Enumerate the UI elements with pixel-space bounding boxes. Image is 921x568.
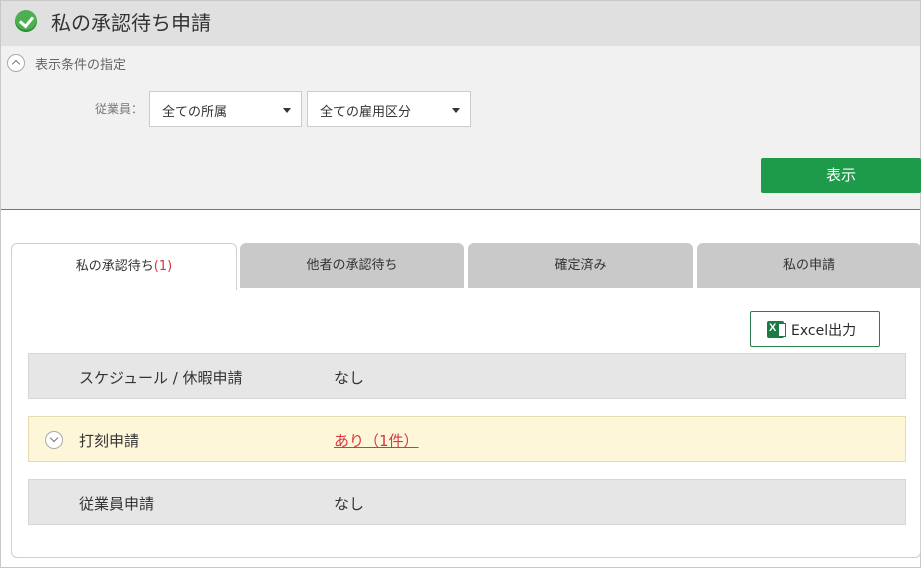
department-select[interactable]: 全ての所属 <box>149 91 302 127</box>
tab-label: 確定済み <box>554 258 607 273</box>
excel-icon <box>767 321 786 338</box>
filter-section-label[interactable]: 表示条件の指定 <box>35 54 126 73</box>
caret-down-icon <box>283 108 291 113</box>
row-name: スケジュール / 休暇申請 <box>79 369 243 387</box>
row-value: なし <box>334 495 365 513</box>
page-header: 私の承認待ち申請 <box>1 1 920 46</box>
filter-panel: 表示条件の指定 従業員： 全ての所属 全ての雇用区分 表示 <box>1 46 921 210</box>
list-item-schedule-leave: スケジュール / 休暇申請 なし <box>28 353 906 399</box>
employee-label: 従業員： <box>95 102 144 116</box>
excel-export-label: Excel出力 <box>791 323 857 339</box>
expand-chevron-icon[interactable] <box>45 431 63 449</box>
tab-my-pending[interactable]: 私の承認待ち(1) <box>11 243 237 290</box>
tab-label: 私の承認待ち <box>75 259 154 274</box>
list-item-employee-request: 従業員申請 なし <box>28 479 906 525</box>
tab-confirmed[interactable]: 確定済み <box>468 243 693 289</box>
tab-my-requests[interactable]: 私の申請 <box>697 243 921 289</box>
list-item-clock-request[interactable]: 打刻申請 あり（1件） <box>28 416 906 462</box>
row-value: なし <box>334 369 365 387</box>
excel-export-button[interactable]: Excel出力 <box>750 311 880 347</box>
department-select-value: 全ての所属 <box>162 105 228 120</box>
tab-others-pending[interactable]: 他者の承認待ち <box>240 243 464 289</box>
tab-label: 私の申請 <box>782 258 835 273</box>
row-value-link[interactable]: あり（1件） <box>334 430 419 451</box>
check-circle-icon <box>15 10 37 32</box>
row-name: 従業員申請 <box>79 495 155 513</box>
employment-select-value: 全ての雇用区分 <box>320 105 412 120</box>
tab-label: 他者の承認待ち <box>306 258 398 273</box>
collapse-filter-icon[interactable] <box>7 54 25 72</box>
row-name: 打刻申請 <box>79 432 140 450</box>
tab-count-badge: (1) <box>153 259 173 274</box>
page-title: 私の承認待ち申請 <box>51 11 211 35</box>
employment-type-select[interactable]: 全ての雇用区分 <box>307 91 471 127</box>
show-button[interactable]: 表示 <box>761 158 921 193</box>
caret-down-icon <box>452 108 460 113</box>
